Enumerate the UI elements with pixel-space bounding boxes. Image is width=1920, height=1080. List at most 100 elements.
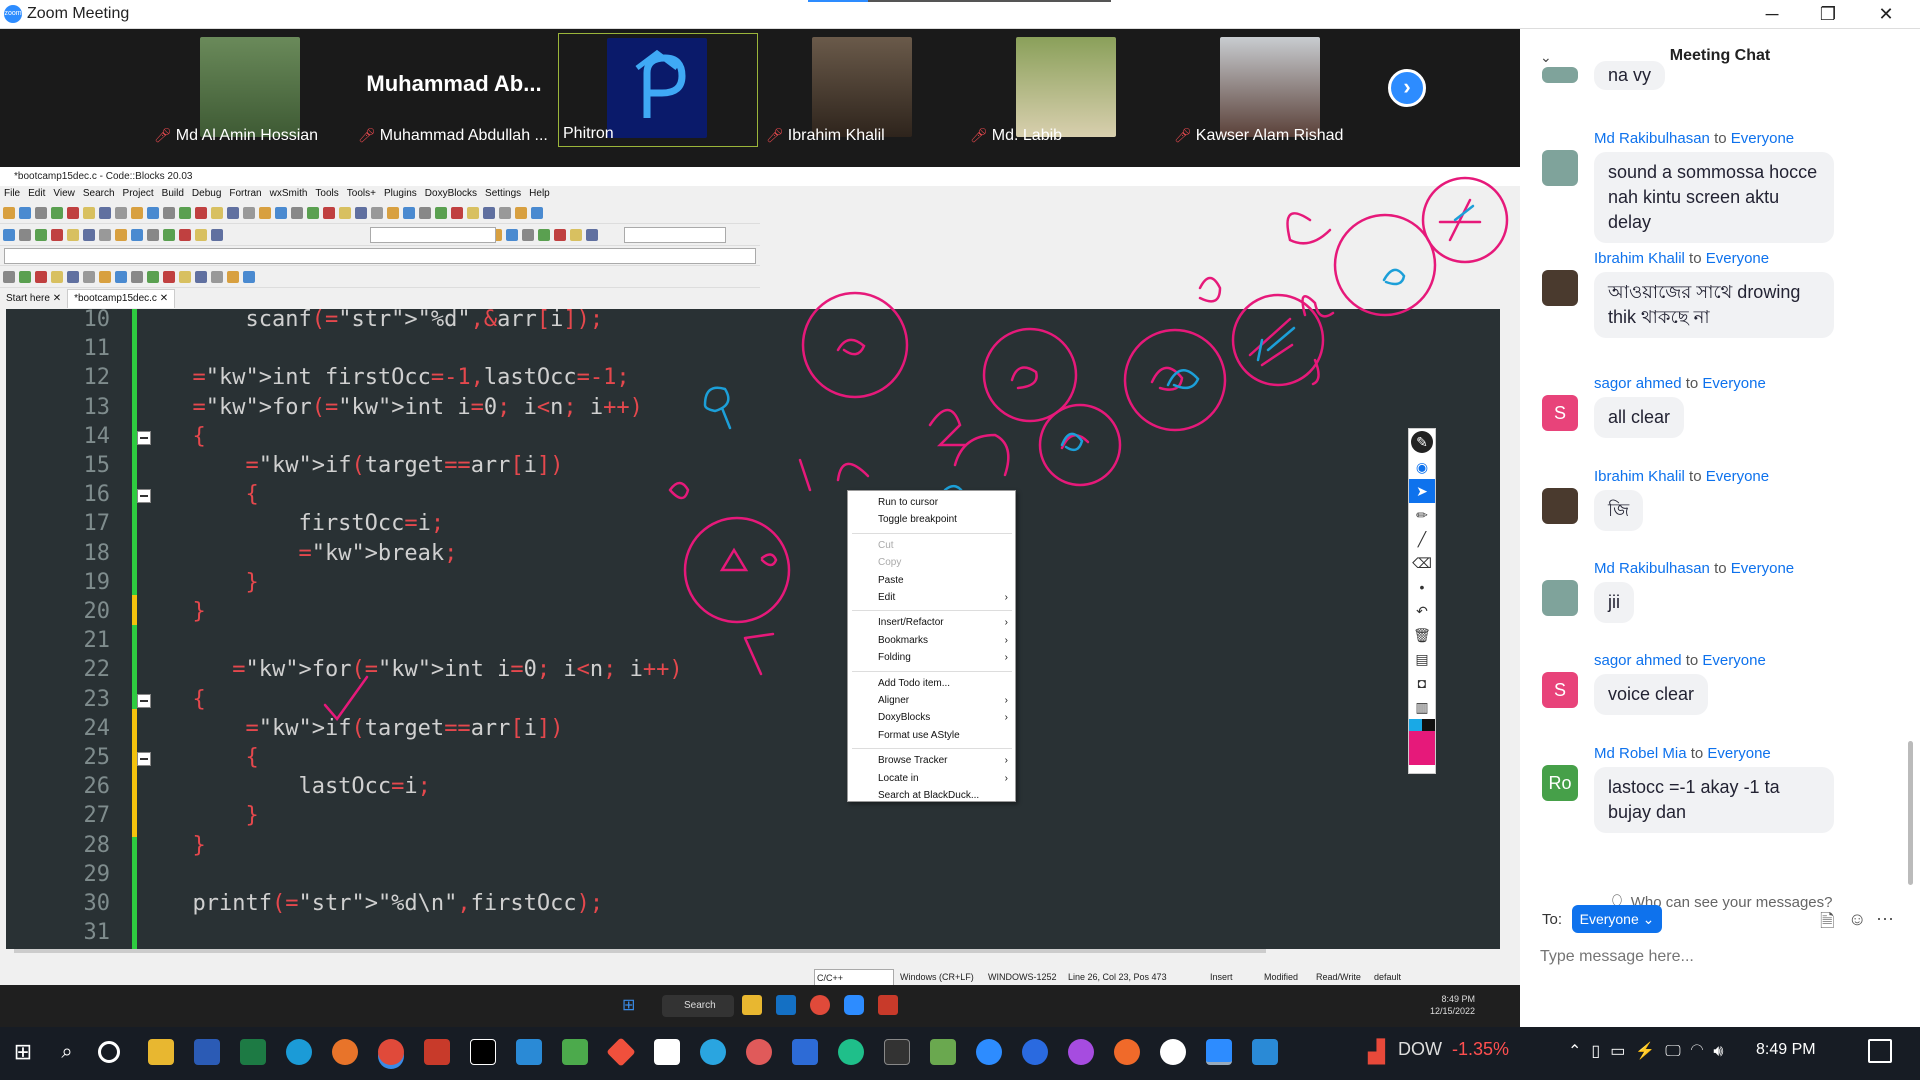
messenger-icon[interactable] — [1068, 1039, 1094, 1065]
calendar-icon[interactable] — [792, 1039, 818, 1065]
color-palette[interactable] — [1409, 719, 1435, 765]
line-number: 28 — [83, 832, 111, 858]
recipient-dropdown[interactable]: Everyone ⌄ — [1572, 905, 1662, 933]
app-icon[interactable] — [746, 1039, 772, 1065]
chrome-icon[interactable] — [378, 1039, 404, 1065]
participant-tile[interactable]: 🎤︎ Ibrahim Khalil — [762, 33, 962, 147]
context-item-aligner[interactable]: Aligner › — [878, 693, 1008, 709]
eraser-icon[interactable]: ⌫ — [1409, 551, 1435, 575]
pycharm-icon[interactable] — [470, 1039, 496, 1065]
submenu-arrow-icon: › — [1004, 592, 1008, 603]
participant-tile[interactable]: Muhammad Ab... 🎤︎ Muhammad Abdullah ... — [354, 33, 554, 147]
minimize-button[interactable]: ─ — [1752, 2, 1792, 26]
chat-scrollbar[interactable] — [1908, 741, 1913, 885]
sender-name[interactable]: Md Rakibulhasan — [1594, 130, 1710, 147]
more-icon[interactable]: ⋯ — [1876, 909, 1894, 930]
terminal-icon[interactable] — [884, 1039, 910, 1065]
sender-name[interactable]: sagor ahmed — [1594, 375, 1682, 392]
status-bar: C/C++ Windows (CR+LF) WINDOWS-1252 Line … — [0, 969, 1520, 987]
restore-button[interactable]: ❐ — [1808, 2, 1848, 26]
participant-name: 🎤︎ Md. Labib — [970, 127, 1063, 144]
eye-icon[interactable]: ◉ — [1409, 455, 1435, 479]
clipboard-icon[interactable]: ▥ — [1409, 695, 1435, 719]
word-icon[interactable] — [194, 1039, 220, 1065]
firefox-icon[interactable] — [332, 1039, 358, 1065]
participant-photo — [1220, 37, 1320, 137]
line-icon[interactable]: ╱ — [1409, 527, 1435, 551]
zoom-logo-icon: zoom — [4, 5, 22, 23]
git-icon[interactable] — [606, 1037, 636, 1067]
context-item-label: Cut — [878, 539, 894, 551]
message-sender: Md Rakibulhasan to Everyone — [1594, 130, 1794, 147]
context-item-browse-tracker[interactable]: Browse Tracker › — [878, 753, 1008, 769]
context-item-search-at-blackduck[interactable]: Search at BlackDuck... — [878, 788, 1008, 804]
stock-widget[interactable]: DOW -1.35% — [1398, 1039, 1509, 1060]
avatar — [1542, 270, 1578, 306]
edge-icon[interactable] — [286, 1039, 312, 1065]
trash-icon[interactable]: 🗑︎ — [1409, 623, 1435, 647]
next-page-button[interactable]: › — [1388, 69, 1426, 107]
save-icon[interactable]: ▤ — [1409, 647, 1435, 671]
mail-icon[interactable] — [1252, 1039, 1278, 1065]
participant-tile[interactable]: 🎤︎ Md. Labib — [966, 33, 1166, 147]
context-item-folding[interactable]: Folding › — [878, 650, 1008, 666]
dot-icon[interactable]: • — [1409, 575, 1435, 599]
sender-name[interactable]: sagor ahmed — [1594, 652, 1682, 669]
excel-icon[interactable] — [240, 1039, 266, 1065]
context-item-bookmarks[interactable]: Bookmarks › — [878, 633, 1008, 649]
node-icon[interactable] — [562, 1039, 588, 1065]
file-icon[interactable]: 🗎 — [1820, 909, 1834, 939]
context-item-toggle-breakpoint[interactable]: Toggle breakpoint — [878, 512, 1008, 528]
search-icon[interactable]: ⌕ — [54, 1039, 80, 1065]
sender-name[interactable]: Ibrahim Khalil — [1594, 468, 1685, 485]
sender-name[interactable]: Md Robel Mia — [1594, 745, 1687, 762]
pencil-icon[interactable]: ✏ — [1409, 503, 1435, 527]
context-item-copy[interactable]: Copy — [878, 555, 1008, 571]
clock[interactable]: 8:49 PM — [1756, 1041, 1816, 1059]
zoom-taskbar-icon[interactable] — [1206, 1039, 1232, 1065]
context-item-format-use-astyle[interactable]: Format use AStyle — [878, 728, 1008, 744]
participant-tile-active[interactable]: Phitron — [558, 33, 758, 147]
app-icon[interactable] — [976, 1039, 1002, 1065]
notion-icon[interactable] — [654, 1039, 680, 1065]
horizontal-scrollbar[interactable] — [14, 949, 1266, 953]
context-item-add-todo-item[interactable]: Add Todo item... — [878, 676, 1008, 692]
maps-icon[interactable] — [1022, 1039, 1048, 1065]
context-item-label: DoxyBlocks — [878, 712, 931, 724]
file-explorer-icon[interactable] — [148, 1039, 174, 1065]
emoji-icon[interactable]: ☺ — [1848, 909, 1866, 930]
menu-separator — [852, 670, 1012, 672]
pen-tool-icon[interactable]: ✎ — [1411, 431, 1433, 453]
sender-name[interactable]: Ibrahim Khalil — [1594, 250, 1685, 267]
close-button[interactable]: ✕ — [1866, 2, 1906, 26]
context-item-paste[interactable]: Paste — [878, 573, 1008, 589]
windows-start-icon[interactable]: ⊞ — [10, 1039, 36, 1065]
notifications-icon[interactable] — [1868, 1039, 1892, 1063]
camera-icon[interactable]: ◘ — [1409, 671, 1435, 695]
sender-name[interactable]: Md Rakibulhasan — [1594, 560, 1710, 577]
participant-photo — [200, 37, 300, 137]
cortana-icon[interactable] — [98, 1041, 120, 1063]
app-icon[interactable] — [1160, 1039, 1186, 1065]
message-sender: Md Rakibulhasan to Everyone — [1594, 560, 1794, 577]
context-item-edit[interactable]: Edit › — [878, 590, 1008, 606]
context-item-locate-in[interactable]: Locate in › — [878, 771, 1008, 787]
telegram-icon[interactable] — [700, 1039, 726, 1065]
app-icon[interactable] — [930, 1039, 956, 1065]
grammarly-icon[interactable] — [838, 1039, 864, 1065]
codeblocks-icon[interactable] — [424, 1039, 450, 1065]
context-item-doxyblocks[interactable]: DoxyBlocks › — [878, 710, 1008, 726]
app-icon[interactable] — [1114, 1039, 1140, 1065]
context-item-insert-refactor[interactable]: Insert/Refactor › — [878, 615, 1008, 631]
vscode-icon[interactable] — [516, 1039, 542, 1065]
system-tray-icons[interactable]: ⌃▯▭⚡🖵◠🔊︎ — [1568, 1041, 1733, 1061]
submenu-arrow-icon: › — [1004, 695, 1008, 706]
context-item-cut[interactable]: Cut — [878, 538, 1008, 554]
participant-tile[interactable]: 🎤︎ Md Al Amin Hossian — [150, 33, 350, 147]
context-item-run-to-cursor[interactable]: Run to cursor — [878, 495, 1008, 511]
chat-message-input[interactable] — [1540, 943, 1840, 971]
select-arrow-icon[interactable]: ➤ — [1409, 479, 1435, 503]
window-title: Zoom Meeting — [27, 5, 130, 22]
participant-tile[interactable]: 🎤︎ Kawser Alam Rishad — [1170, 33, 1370, 147]
undo-icon[interactable]: ↶ — [1409, 599, 1435, 623]
